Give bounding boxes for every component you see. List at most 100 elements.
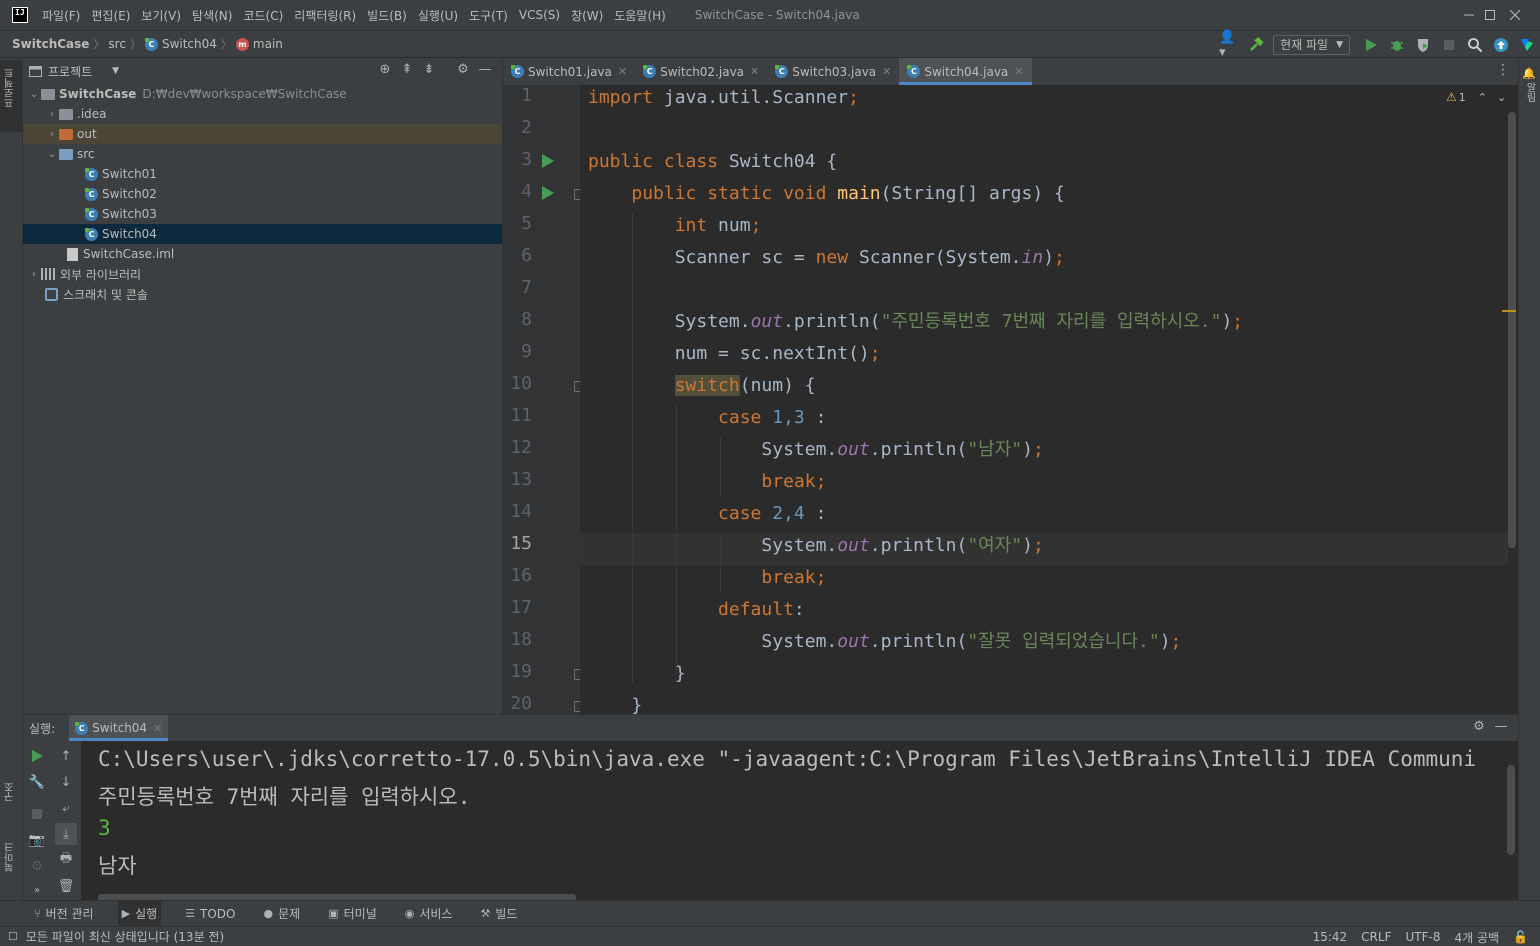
close-icon[interactable]: ✕ [882,65,891,78]
user-account-button[interactable]: 👤▾ [1219,30,1241,60]
coverage-button[interactable] [1412,34,1434,56]
edit-config-button[interactable]: 🔧 [26,771,48,793]
breadcrumb-src[interactable]: src [108,37,126,51]
line-number[interactable]: 19 [502,661,532,682]
indent-setting[interactable]: 4개 공백 [1454,929,1499,946]
tree-item-switch01[interactable]: C Switch01 [23,164,502,184]
tree-item-switch03[interactable]: C Switch03 [23,204,502,224]
tree-item-switch02[interactable]: C Switch02 [23,184,502,204]
stop-button[interactable] [1438,34,1460,56]
tree-item-scratches[interactable]: 스크래치 및 콘솔 [23,284,502,304]
hide-panel-icon[interactable]: — [474,62,496,77]
line-number[interactable]: 11 [502,405,532,426]
breadcrumb-project[interactable]: SwitchCase [12,37,89,51]
search-everywhere-button[interactable] [1464,34,1486,56]
close-icon[interactable]: ✕ [153,722,162,735]
print-button[interactable]: 🖶 [55,849,77,871]
close-icon[interactable]: ✕ [750,65,759,78]
gear-icon[interactable]: ⚙ [452,62,474,77]
project-view-selector[interactable]: 프로젝트 ▼ [29,63,119,80]
run-tab-switch04[interactable]: C Switch04 ✕ [69,715,169,741]
menu-vcs[interactable]: VCS(S) [519,8,560,22]
menu-help[interactable]: 도움말(H) [614,7,666,24]
tool-problems[interactable]: ● 문제 [260,901,305,927]
line-number[interactable]: 13 [502,469,532,490]
menu-code[interactable]: 코드(C) [243,7,283,24]
intellij-logo-icon[interactable]: IJ [12,7,28,23]
console-vertical-scrollbar[interactable] [1507,765,1515,855]
status-window-icon[interactable]: ☐ [8,930,18,943]
editor-scrollbar[interactable] [1508,112,1516,548]
menu-window[interactable]: 창(W) [571,7,603,24]
tab-switch03[interactable]: C Switch03.java ✕ [767,58,899,85]
close-icon[interactable]: ✕ [1014,65,1023,78]
line-number[interactable]: 8 [502,309,532,330]
line-separator[interactable]: CRLF [1361,930,1391,944]
console-output[interactable]: C:\Users\user\.jdks\corretto-17.0.5\bin\… [81,741,1508,901]
warning-stripe-mark[interactable] [1502,310,1516,312]
settings-run-button[interactable]: ⚙ [26,855,48,877]
collapse-all-icon[interactable]: ⇟ [418,62,440,77]
run-button[interactable] [1360,34,1382,56]
close-window-button[interactable] [1492,0,1538,30]
run-config-selector[interactable]: 현재 파일 ▼ [1273,34,1350,55]
gear-icon[interactable]: ⚙ [1468,719,1490,734]
line-number[interactable]: 17 [502,597,532,618]
notifications-tab[interactable]: 🔔 알림 [1522,66,1540,103]
update-button[interactable] [1490,34,1512,56]
line-number[interactable]: 9 [502,341,532,362]
rerun-button[interactable] [26,745,48,767]
close-icon[interactable]: ✕ [618,65,627,78]
tool-services[interactable]: ◉ 서비스 [401,901,457,927]
scroll-up-button[interactable]: ↑ [55,745,77,767]
run-class-gutter-icon[interactable] [542,154,554,168]
more-vertical-icon[interactable]: ⋮ [1496,62,1510,78]
line-number[interactable]: 18 [502,629,532,650]
line-number[interactable]: 10 [502,373,532,394]
locate-icon[interactable]: ⊕ [374,62,396,77]
tree-item-out[interactable]: › out [23,124,502,144]
soft-wrap-button[interactable]: ⤶ [55,797,77,819]
menu-run[interactable]: 실행(U) [418,7,458,24]
menu-refactor[interactable]: 리팩터링(R) [294,7,356,24]
line-number[interactable]: 7 [502,277,532,298]
expand-all-icon[interactable]: ⇞ [396,62,418,77]
line-number[interactable]: 3 [502,149,532,170]
line-number[interactable]: 15 [502,533,532,554]
menu-navigate[interactable]: 탐색(N) [192,7,232,24]
menu-build[interactable]: 빌드(B) [367,7,407,24]
caret-position[interactable]: 15:42 [1313,930,1348,944]
file-encoding[interactable]: UTF-8 [1405,930,1440,944]
tree-item-iml[interactable]: SwitchCase.iml [23,244,502,264]
chevron-down-icon[interactable]: ⌄ [1497,91,1506,104]
stripe-structure-tab[interactable]: 구조 [0,774,22,824]
inspection-widget[interactable]: ⚠ 1 ⌃ ⌄ [1446,90,1506,104]
tree-item-src[interactable]: ⌄ src [23,144,502,164]
line-number[interactable]: 20 [502,693,532,714]
tool-todo[interactable]: ☰ TODO [181,901,239,927]
tab-switch04[interactable]: C Switch04.java ✕ [899,58,1032,85]
run-main-gutter-icon[interactable] [542,186,554,200]
tool-run[interactable]: ▶ 실행 [117,900,162,927]
lock-icon[interactable]: 🔓 [1513,930,1528,944]
line-number[interactable]: 1 [502,85,532,106]
line-number[interactable]: 12 [502,437,532,458]
tab-switch01[interactable]: C Switch01.java ✕ [503,58,635,85]
scroll-to-end-button[interactable]: ⤓ [55,823,77,845]
menu-file[interactable]: 파일(F) [42,7,80,24]
tree-item-switch04[interactable]: C Switch04 [23,224,502,244]
hide-panel-icon[interactable]: — [1490,719,1512,734]
line-number[interactable]: 16 [502,565,532,586]
stripe-bookmarks-tab[interactable]: 북마크 [0,834,22,894]
plugin-button[interactable] [1516,34,1538,56]
menu-tools[interactable]: 도구(T) [469,7,508,24]
dump-threads-button[interactable]: 📷 [26,829,48,851]
line-number[interactable]: 6 [502,245,532,266]
tool-version-control[interactable]: ⑂ 버전 관리 [30,901,98,927]
breadcrumb-class[interactable]: C Switch04 [144,37,217,51]
code-editor[interactable]: import java.util.Scanner; public class S… [580,85,1508,714]
stop-run-button[interactable] [26,803,48,825]
debug-button[interactable] [1386,34,1408,56]
tree-item-idea[interactable]: › .idea [23,104,502,124]
stripe-project-tab[interactable]: 프로젝트 [0,60,22,132]
